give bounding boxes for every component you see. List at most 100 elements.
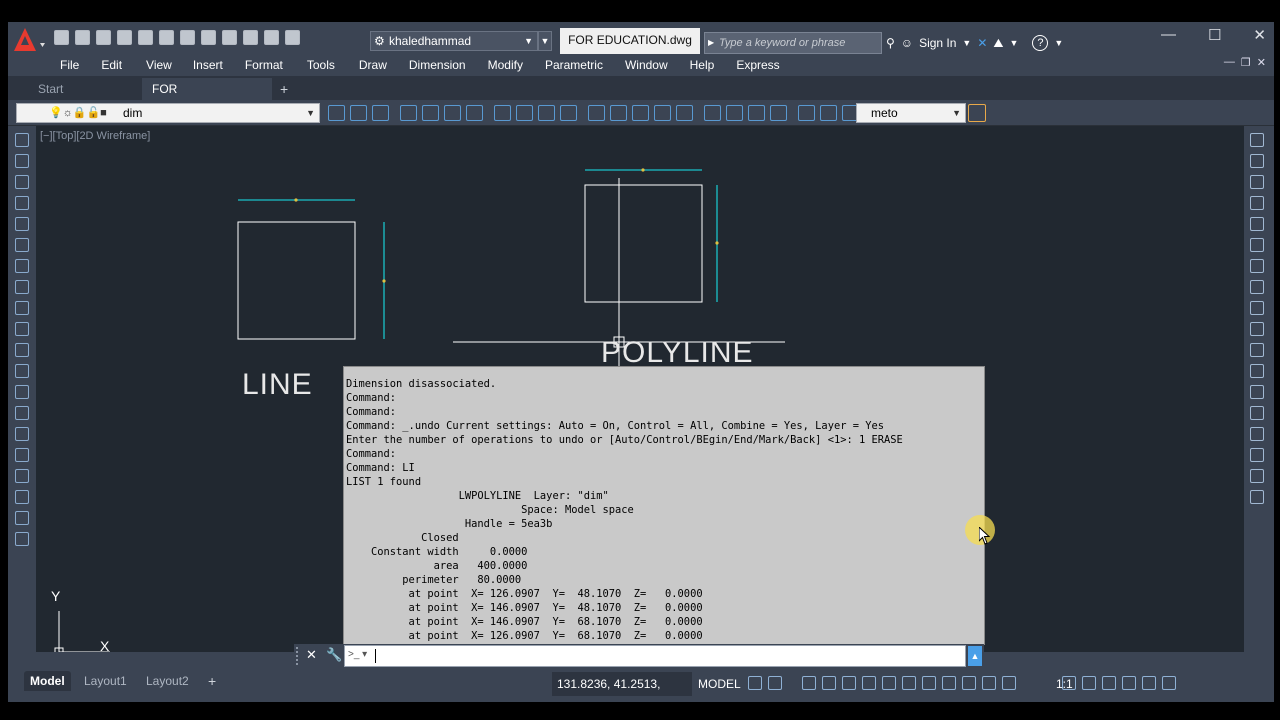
close-icon[interactable]: ✕ — [306, 647, 317, 663]
object-snap-icon[interactable] — [882, 676, 896, 690]
tab-document[interactable]: FOR EDUCATION*✕ — [142, 78, 272, 118]
trim-icon[interactable] — [1250, 322, 1264, 336]
diameter-dimension-icon[interactable] — [538, 105, 555, 121]
rectangle-icon[interactable] — [15, 217, 29, 231]
chevron-down-icon[interactable]: ▼ — [962, 32, 971, 54]
annotation-scale-icon[interactable] — [1002, 676, 1016, 690]
autodesk-a360-icon[interactable]: ⛰ — [993, 32, 1003, 54]
command-history-toggle[interactable]: ▲ — [968, 646, 982, 666]
region-icon[interactable] — [15, 469, 29, 483]
plot-icon[interactable] — [243, 30, 258, 45]
make-block-icon[interactable] — [15, 385, 29, 399]
menu-express[interactable]: Express — [736, 54, 779, 76]
menu-window[interactable]: Window — [625, 54, 668, 76]
grid-icon[interactable] — [748, 676, 762, 690]
binoculars-icon[interactable]: ⚲ — [886, 32, 895, 54]
arc-length-icon[interactable] — [444, 105, 461, 121]
customization-icon[interactable] — [1162, 676, 1176, 690]
polygon-icon[interactable] — [15, 196, 29, 210]
wrench-icon[interactable]: 🔧 — [326, 647, 342, 663]
hardware-acceleration-icon[interactable] — [1122, 676, 1136, 690]
undo-icon[interactable] — [159, 30, 174, 45]
linear-dimension-icon[interactable] — [400, 105, 417, 121]
arc-icon[interactable] — [15, 238, 29, 252]
isometric-icon[interactable] — [842, 676, 856, 690]
chevron-down-icon[interactable]: ▼ — [1054, 32, 1063, 54]
ellipse-icon[interactable] — [15, 322, 29, 336]
jogged-linear-icon[interactable] — [770, 105, 787, 121]
object-snap-tracking-icon[interactable] — [862, 676, 876, 690]
continue-dimension-icon[interactable] — [632, 105, 649, 121]
array-icon[interactable] — [1250, 217, 1264, 231]
save-as-icon[interactable] — [117, 30, 132, 45]
radius-dimension-icon[interactable] — [494, 105, 511, 121]
menu-draw[interactable]: Draw — [359, 54, 387, 76]
dimension-text-edit-icon[interactable] — [820, 105, 837, 121]
minimize-icon[interactable]: — — [1224, 56, 1235, 69]
menu-parametric[interactable]: Parametric — [545, 54, 603, 76]
insert-block-icon[interactable] — [15, 364, 29, 378]
break-at-point-icon[interactable] — [1250, 364, 1264, 378]
menu-modify[interactable]: Modify — [488, 54, 523, 76]
expand-search-icon[interactable]: ▶ — [708, 33, 714, 53]
baseline-dimension-icon[interactable] — [610, 105, 627, 121]
selection-cycling-icon[interactable] — [942, 676, 956, 690]
copy-icon[interactable] — [1250, 154, 1264, 168]
command-input[interactable]: >_ ▾ — [344, 645, 966, 667]
construction-line-icon[interactable] — [15, 154, 29, 168]
multiline-text-icon[interactable] — [15, 511, 29, 525]
lineweight-icon[interactable] — [902, 676, 916, 690]
gradient-icon[interactable] — [15, 448, 29, 462]
offset-icon[interactable] — [1250, 196, 1264, 210]
print-icon[interactable] — [138, 30, 153, 45]
drag-handle[interactable] — [296, 647, 302, 665]
ordinate-dimension-icon[interactable] — [466, 105, 483, 121]
scale-icon[interactable] — [1250, 280, 1264, 294]
menu-insert[interactable]: Insert — [193, 54, 223, 76]
new-icon[interactable] — [54, 30, 69, 45]
chevron-down-icon[interactable]: ▼ — [1010, 32, 1019, 54]
clean-screen-icon[interactable] — [1142, 676, 1156, 690]
sign-in-link[interactable]: Sign In — [919, 32, 956, 54]
tolerance-icon[interactable] — [704, 105, 721, 121]
jogged-dimension-icon[interactable] — [516, 105, 533, 121]
mirror-icon[interactable] — [1250, 175, 1264, 189]
exchange-icon[interactable]: ✕ — [977, 32, 987, 54]
dimension-break-icon[interactable] — [676, 105, 693, 121]
isolate-objects-icon[interactable] — [1102, 676, 1116, 690]
cloud-icon[interactable] — [222, 30, 237, 45]
rotate-icon[interactable] — [1250, 259, 1264, 273]
autocad-logo-icon[interactable] — [10, 25, 46, 53]
layer-dropdown[interactable]: 💡☼🔒🔓■ dim ▼ — [16, 103, 320, 123]
new-tab-button[interactable]: + — [276, 78, 298, 100]
search-input[interactable]: ▶ Type a keyword or phrase — [704, 32, 882, 54]
join-icon[interactable] — [1250, 406, 1264, 420]
menu-format[interactable]: Format — [245, 54, 283, 76]
inspection-icon[interactable] — [748, 105, 765, 121]
menu-dimension[interactable]: Dimension — [409, 54, 466, 76]
point-icon[interactable] — [15, 406, 29, 420]
annotation-scale[interactable]: 1:1 — [1056, 672, 1073, 696]
restore-icon[interactable]: ❐ — [1241, 56, 1251, 69]
chamfer-icon[interactable] — [1250, 427, 1264, 441]
tab-layout2[interactable]: Layout2 — [140, 671, 195, 691]
command-history-window[interactable]: Dimension disassociated. Command: Comman… — [343, 366, 985, 645]
menu-help[interactable]: Help — [690, 54, 715, 76]
menu-view[interactable]: View — [146, 54, 172, 76]
layer-properties-icon[interactable] — [328, 105, 345, 121]
dimension-edit-icon[interactable] — [798, 105, 815, 121]
match-properties-icon[interactable] — [201, 30, 216, 45]
blend-curves-icon[interactable] — [1250, 469, 1264, 483]
snap-icon[interactable] — [768, 676, 782, 690]
ortho-icon[interactable] — [802, 676, 816, 690]
redo-icon[interactable] — [180, 30, 195, 45]
menu-edit[interactable]: Edit — [101, 54, 122, 76]
tab-model[interactable]: Model — [24, 671, 71, 691]
maximize-icon[interactable]: ☐ — [1208, 26, 1221, 44]
layer-previous-icon[interactable] — [372, 105, 389, 121]
center-mark-icon[interactable] — [726, 105, 743, 121]
polar-tracking-icon[interactable] — [822, 676, 836, 690]
hatch-icon[interactable] — [15, 427, 29, 441]
cursor-coordinates[interactable]: 131.8236, 41.2513, 0.0000 — [552, 672, 692, 702]
ellipse-arc-icon[interactable] — [15, 343, 29, 357]
